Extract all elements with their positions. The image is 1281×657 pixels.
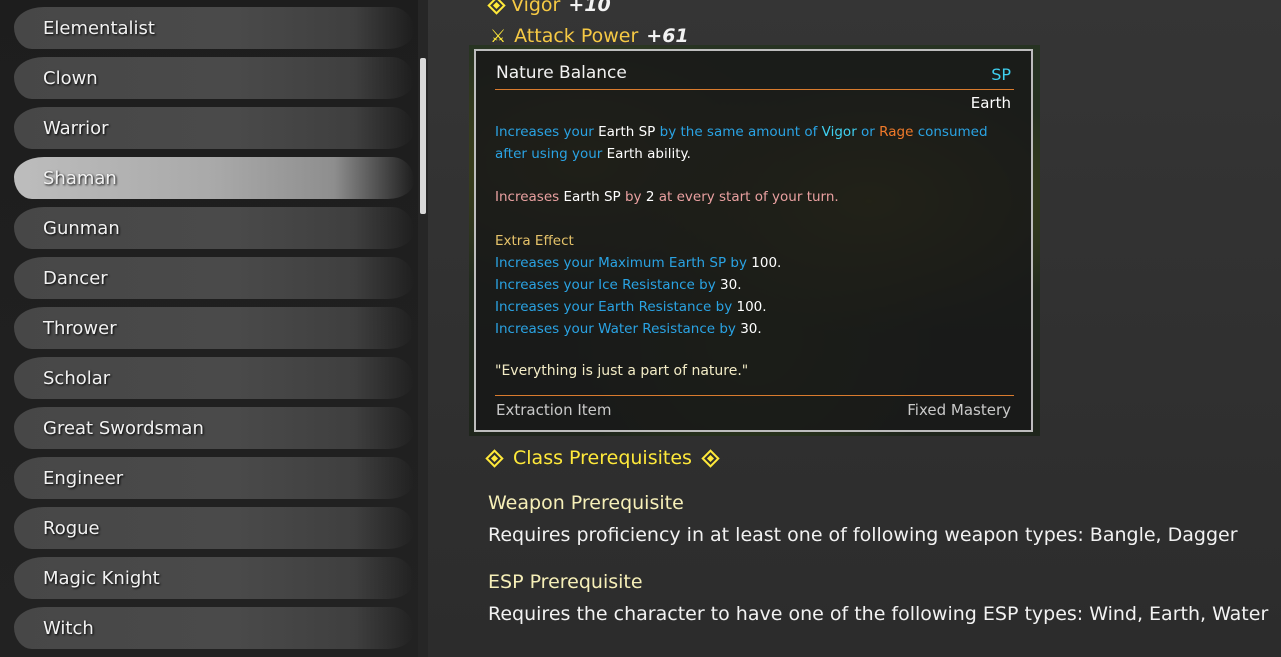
tooltip-extra-effect: Extra Effect Increases your Maximum Eart… bbox=[495, 233, 782, 337]
stat-value: +61 bbox=[646, 25, 689, 47]
class-item-label: Dancer bbox=[43, 267, 108, 289]
class-item-magic-knight[interactable]: Magic Knight bbox=[14, 555, 414, 601]
class-prerequisites-header: Class Prerequisites bbox=[485, 447, 720, 469]
stat-value: +10 bbox=[568, 0, 611, 16]
class-item-dancer[interactable]: Dancer bbox=[14, 255, 414, 301]
sidebar-scrollbar-thumb[interactable] bbox=[420, 58, 426, 214]
tooltip-description-2: Increases Earth SP by 2 at every start o… bbox=[495, 189, 839, 205]
class-item-gunman[interactable]: Gunman bbox=[14, 205, 414, 251]
class-item-label: Thrower bbox=[43, 317, 117, 339]
class-item-engineer[interactable]: Engineer bbox=[14, 455, 414, 501]
class-item-thrower[interactable]: Thrower bbox=[14, 305, 414, 351]
class-list: Elementalist Clown Warrior Shaman Gunman… bbox=[0, 0, 418, 657]
class-item-label: Scholar bbox=[43, 367, 111, 389]
diamond-icon bbox=[701, 448, 720, 468]
class-item-great-swordsman[interactable]: Great Swordsman bbox=[14, 405, 414, 451]
class-item-label: Great Swordsman bbox=[43, 417, 204, 439]
tooltip-footer-right: Fixed Mastery bbox=[907, 401, 1011, 419]
class-item-elementalist[interactable]: Elementalist bbox=[14, 5, 414, 51]
class-item-scholar[interactable]: Scholar bbox=[14, 355, 414, 401]
extra-effect-title: Extra Effect bbox=[495, 233, 574, 249]
class-item-label: Elementalist bbox=[43, 17, 155, 39]
stat-attack-power: ⚔ Attack Power +61 bbox=[490, 25, 689, 47]
class-item-label: Clown bbox=[43, 67, 98, 89]
tooltip-sp-label: SP bbox=[991, 65, 1011, 84]
esp-prerequisite-text: Requires the character to have one of th… bbox=[488, 603, 1269, 625]
prerequisites-title: Class Prerequisites bbox=[513, 447, 692, 469]
class-item-label: Rogue bbox=[43, 517, 100, 539]
class-item-rogue[interactable]: Rogue bbox=[14, 505, 414, 551]
esp-prerequisite-title: ESP Prerequisite bbox=[488, 571, 643, 593]
stat-label: Attack Power bbox=[514, 25, 639, 47]
weapon-prerequisite-text: Requires proficiency in at least one of … bbox=[488, 524, 1238, 546]
class-item-label: Shaman bbox=[43, 167, 117, 189]
class-item-witch[interactable]: Witch bbox=[14, 605, 414, 651]
tooltip-divider-top bbox=[495, 89, 1014, 90]
tooltip-title: Nature Balance bbox=[496, 63, 627, 83]
tooltip-quote: "Everything is just a part of nature." bbox=[495, 363, 749, 379]
sword-icon: ⚔ bbox=[490, 25, 507, 47]
tooltip-footer-left: Extraction Item bbox=[496, 401, 612, 419]
class-item-label: Warrior bbox=[43, 117, 109, 139]
class-item-warrior[interactable]: Warrior bbox=[14, 105, 414, 151]
stat-label: Vigor bbox=[511, 0, 561, 16]
class-item-shaman[interactable]: Shaman bbox=[14, 155, 414, 201]
weapon-prerequisite-title: Weapon Prerequisite bbox=[488, 492, 684, 514]
class-item-label: Witch bbox=[43, 617, 94, 639]
tooltip-divider-bottom bbox=[495, 395, 1014, 396]
tooltip-description-1: Increases your Earth SP by the same amou… bbox=[495, 124, 988, 162]
tooltip-sp-type: Earth bbox=[970, 94, 1011, 112]
class-item-label: Magic Knight bbox=[43, 567, 160, 589]
diamond-icon bbox=[485, 448, 504, 468]
stat-vigor: Vigor +10 bbox=[487, 0, 611, 16]
class-item-clown[interactable]: Clown bbox=[14, 55, 414, 101]
diamond-icon bbox=[487, 0, 506, 15]
class-item-label: Engineer bbox=[43, 467, 124, 489]
skill-tooltip: Nature Balance SP Earth Increases your E… bbox=[474, 49, 1033, 432]
class-item-label: Gunman bbox=[43, 217, 120, 239]
